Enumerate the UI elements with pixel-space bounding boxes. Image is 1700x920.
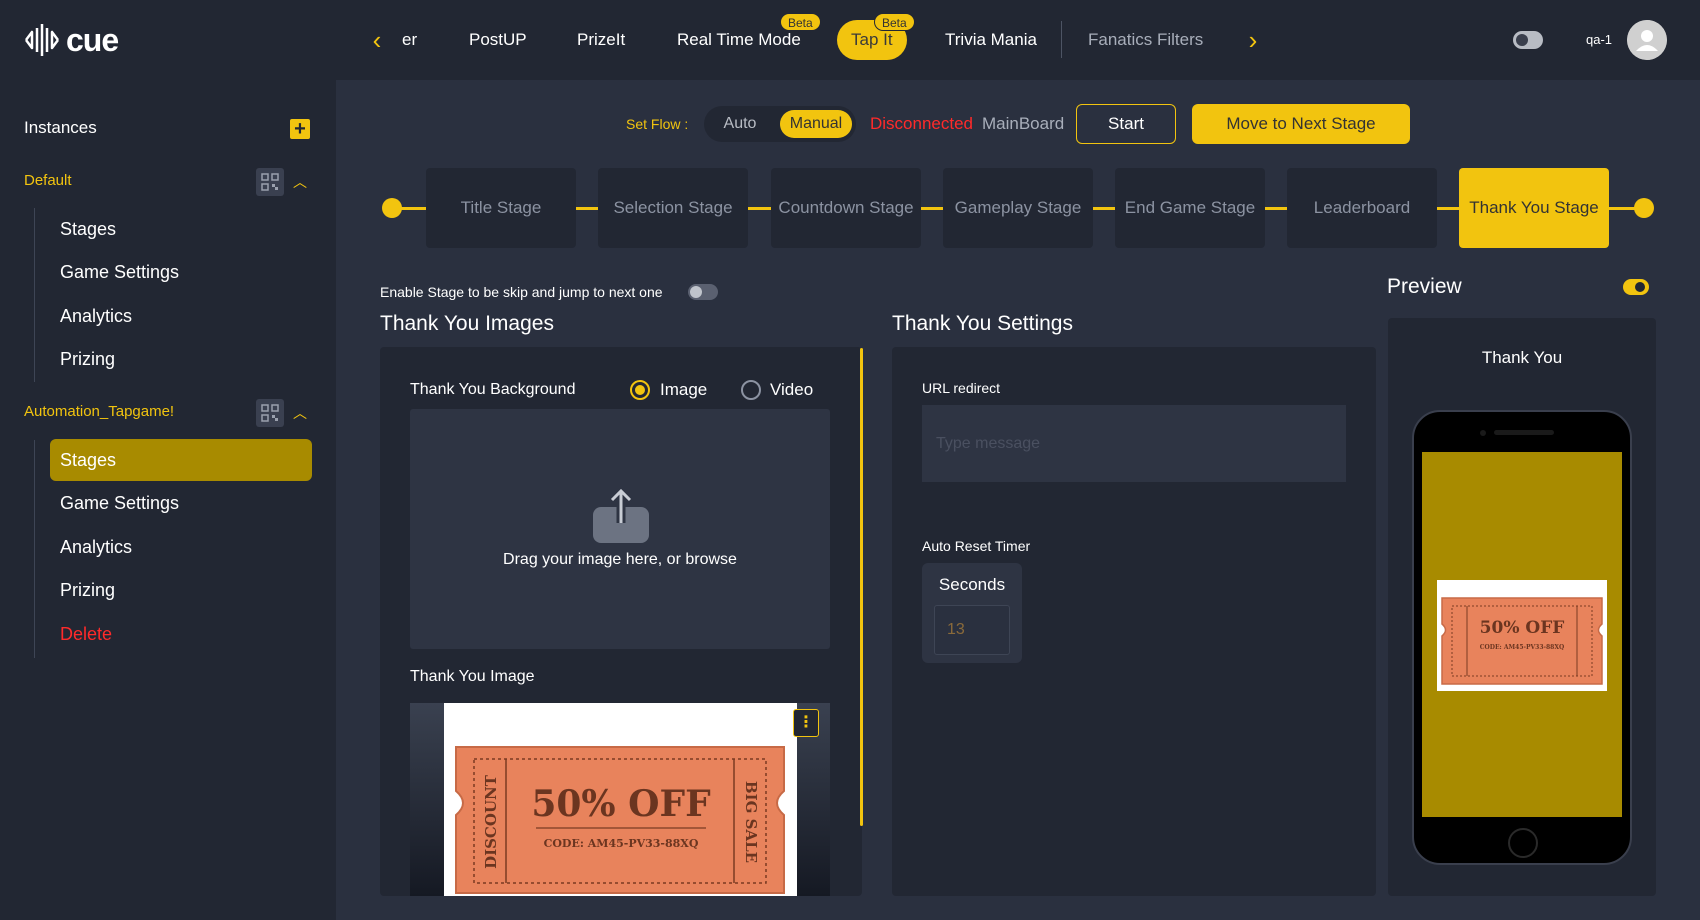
cue-logo[interactable]: cue [24, 21, 119, 58]
flow-toggle: Auto Manual [704, 106, 856, 142]
group-divider [34, 440, 35, 658]
background-dropzone[interactable]: Drag your image here, or browse [410, 409, 830, 649]
sidebar-item-prizing[interactable]: Prizing [50, 338, 312, 380]
instance-group-name[interactable]: Default [24, 172, 72, 189]
stage-selection[interactable]: Selection Stage [598, 168, 748, 248]
beta-badge: Beta [874, 13, 915, 31]
coupon-code: CODE: AM45-PV33-88XQ [543, 837, 699, 850]
nav-tab-prizeit[interactable]: PrizeIt [577, 22, 625, 58]
image-options-button[interactable]: ⋮ [793, 709, 819, 737]
stage-countdown[interactable]: Countdown Stage [771, 168, 921, 248]
stage-gameplay[interactable]: Gameplay Stage [943, 168, 1093, 248]
user-name: qa-1 [1586, 32, 1613, 47]
sidebar-item-stages[interactable]: Stages [50, 439, 312, 481]
nav-tab-trivia-mania[interactable]: Trivia Mania [945, 22, 1037, 58]
image-radio-label: Image [660, 380, 708, 399]
sidebar-item-analytics[interactable]: Analytics [50, 526, 312, 568]
nav-next-arrow-icon[interactable]: › [1238, 24, 1268, 56]
dropzone-text: Drag your image here, or browse [503, 551, 737, 568]
scrollbar[interactable] [860, 348, 863, 826]
pipeline-start-dot [382, 198, 402, 218]
auto-reset-timer-label: Auto Reset Timer [922, 538, 1031, 554]
chevron-up-icon[interactable]: ︿ [292, 174, 308, 190]
preview-coupon-image: 50% OFF CODE: AM45-PV33-88XQ [1437, 580, 1607, 691]
sidebar-item-stages[interactable]: Stages [50, 208, 312, 250]
instances-heading: Instances [24, 118, 97, 137]
seconds-label: Seconds [938, 575, 1006, 594]
logo-text: cue [66, 21, 119, 58]
nav-divider [1061, 21, 1062, 58]
coupon-image: 50% OFF CODE: AM45-PV33-88XQ DISCOUNT BI… [444, 703, 797, 896]
phone-home-button [1508, 828, 1538, 858]
skip-stage-toggle[interactable] [688, 284, 718, 300]
sidebar-item-game-settings[interactable]: Game Settings [50, 482, 312, 524]
image-radio[interactable] [630, 380, 650, 400]
add-instance-button[interactable]: + [290, 119, 310, 139]
thank-you-image-label: Thank You Image [410, 668, 535, 685]
coupon-headline: 50% OFF [531, 783, 711, 825]
nav-tab-postup[interactable]: PostUP [469, 22, 527, 58]
stage-leaderboard[interactable]: Leaderboard [1287, 168, 1437, 248]
instance-group-name[interactable]: Automation_Tapgame! [24, 403, 174, 420]
user-icon [1627, 20, 1667, 60]
url-redirect-label: URL redirect [922, 380, 1001, 396]
thank-you-images-title: Thank You Images [380, 312, 554, 335]
move-to-next-stage-button[interactable]: Move to Next Stage [1192, 104, 1410, 144]
flow-option-manual[interactable]: Manual [780, 110, 852, 138]
preview-panel: Thank You 50% OFF CODE: AM45-PV33-88XQ [1388, 318, 1656, 896]
upload-icon [593, 488, 649, 543]
pipeline-end-dot [1634, 198, 1654, 218]
sidebar-item-prizing[interactable]: Prizing [50, 569, 312, 611]
board-name: MainBoard [982, 114, 1065, 133]
waveform-icon [25, 24, 59, 56]
avatar[interactable] [1627, 20, 1667, 60]
qr-code-button[interactable] [256, 399, 284, 427]
nav-tab-er[interactable]: er [402, 22, 417, 58]
chevron-up-icon[interactable]: ︿ [292, 405, 308, 421]
nav-prev-arrow-icon[interactable]: ‹ [362, 24, 392, 56]
preview-caption: Thank You [1481, 348, 1563, 367]
preview-toggle[interactable] [1623, 279, 1649, 295]
background-label: Thank You Background [410, 381, 576, 398]
video-radio-label: Video [770, 380, 814, 399]
qr-code-icon [261, 173, 279, 191]
coupon-right-text: BIG SALE [742, 780, 760, 864]
group-divider [34, 208, 35, 382]
preview-coupon-headline: 50% OFF [1479, 618, 1565, 638]
beta-badge: Beta [780, 13, 821, 31]
qr-code-button[interactable] [256, 168, 284, 196]
phone-screen: 50% OFF CODE: AM45-PV33-88XQ [1422, 452, 1622, 817]
qr-code-icon [261, 404, 279, 422]
phone-speaker [1494, 430, 1554, 435]
theme-toggle[interactable] [1513, 31, 1543, 49]
start-button[interactable]: Start [1076, 104, 1176, 144]
sidebar-item-analytics[interactable]: Analytics [50, 295, 312, 337]
video-radio[interactable] [741, 380, 761, 400]
seconds-input[interactable] [934, 605, 1010, 655]
flow-option-auto[interactable]: Auto [710, 110, 770, 138]
thank-you-settings-title: Thank You Settings [892, 312, 1073, 335]
connection-status: Disconnected [870, 114, 974, 133]
stage-title[interactable]: Title Stage [426, 168, 576, 248]
preview-title: Preview [1387, 275, 1462, 298]
nav-tab-fanatics-filters[interactable]: Fanatics Filters [1088, 22, 1203, 58]
url-redirect-input[interactable] [922, 405, 1346, 482]
preview-coupon-code: CODE: AM45-PV33-88XQ [1479, 644, 1565, 651]
stage-thank-you[interactable]: Thank You Stage [1459, 168, 1609, 248]
sidebar-item-game-settings[interactable]: Game Settings [50, 251, 312, 293]
top-bar: cue ‹ er PostUP PrizeIt Real Time Mode B… [0, 0, 1700, 80]
phone-mockup: 50% OFF CODE: AM45-PV33-88XQ [1412, 410, 1632, 865]
sidebar-item-delete[interactable]: Delete [50, 613, 312, 655]
phone-camera [1480, 430, 1486, 436]
coupon-left-text: DISCOUNT [482, 775, 500, 869]
stage-end-game[interactable]: End Game Stage [1115, 168, 1265, 248]
auto-reset-timer: Seconds [922, 563, 1022, 663]
set-flow-label: Set Flow : [626, 116, 689, 132]
skip-stage-label: Enable Stage to be skip and jump to next… [380, 284, 663, 300]
